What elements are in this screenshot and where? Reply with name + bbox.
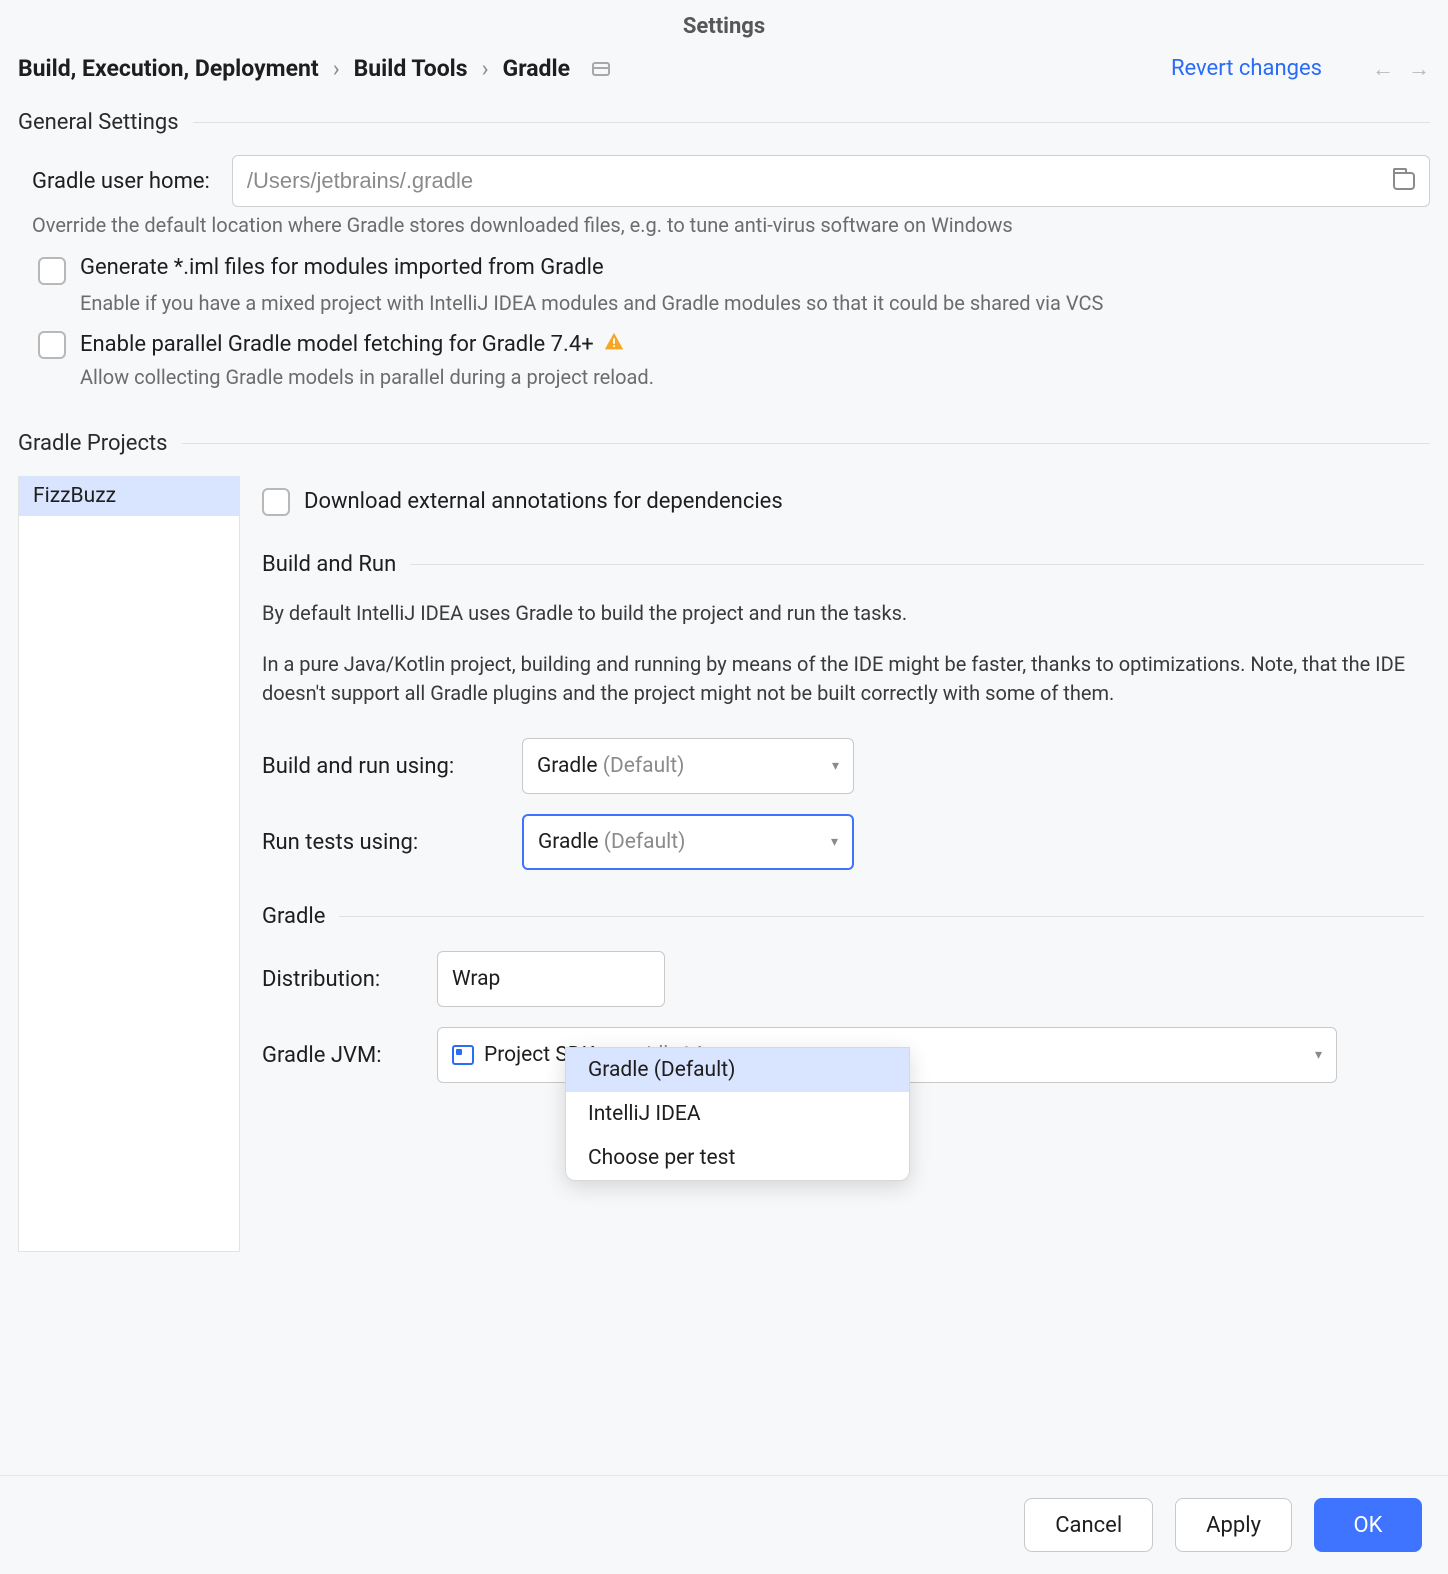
back-arrow-icon[interactable]: ←: [1372, 56, 1394, 82]
parallel-fetch-label: Enable parallel Gradle model fetching fo…: [80, 329, 625, 357]
build-using-label: Build and run using:: [262, 754, 522, 779]
tests-using-dropdown: Gradle (Default) IntelliJ IDEA Choose pe…: [565, 1047, 910, 1181]
cancel-button[interactable]: Cancel: [1024, 1498, 1153, 1552]
generate-iml-hint: Enable if you have a mixed project with …: [80, 291, 1430, 315]
sdk-icon: [452, 1045, 474, 1065]
breadcrumb-item-1[interactable]: Build, Execution, Deployment: [18, 55, 319, 82]
divider: [339, 916, 1424, 917]
generate-iml-checkbox[interactable]: [38, 257, 66, 285]
apply-button[interactable]: Apply: [1175, 1498, 1292, 1552]
build-run-desc-2: In a pure Java/Kotlin project, building …: [262, 650, 1424, 708]
download-annotations-label: Download external annotations for depend…: [304, 489, 783, 514]
parallel-fetch-hint: Allow collecting Gradle models in parall…: [80, 365, 1430, 389]
chevron-right-icon: ›: [482, 55, 489, 82]
gradle-home-label: Gradle user home:: [32, 169, 210, 194]
gradle-home-hint: Override the default location where Grad…: [32, 213, 1430, 237]
ok-button[interactable]: OK: [1314, 1498, 1422, 1552]
settings-title: Settings: [0, 0, 1448, 55]
tests-using-select[interactable]: Gradle (Default) ▾: [522, 814, 854, 870]
gradle-jvm-label: Gradle JVM:: [262, 1043, 437, 1068]
parallel-fetch-checkbox[interactable]: [38, 331, 66, 359]
divider: [182, 443, 1430, 444]
projects-list: FizzBuzz: [18, 476, 240, 1252]
forward-arrow-icon[interactable]: →: [1408, 56, 1430, 82]
section-general-settings: General Settings: [18, 110, 179, 135]
section-gradle: Gradle: [262, 904, 325, 929]
gradle-home-input[interactable]: [247, 168, 1393, 194]
download-annotations-checkbox[interactable]: [262, 488, 290, 516]
project-item-fizzbuzz[interactable]: FizzBuzz: [19, 476, 239, 516]
warning-icon: [603, 331, 625, 353]
window-icon[interactable]: [592, 62, 610, 76]
distribution-label: Distribution:: [262, 967, 437, 992]
generate-iml-label: Generate *.iml files for modules importe…: [80, 255, 604, 280]
breadcrumb-item-2[interactable]: Build Tools: [354, 55, 468, 82]
build-run-desc-1: By default IntelliJ IDEA uses Gradle to …: [262, 599, 1424, 628]
revert-changes-link[interactable]: Revert changes: [1171, 56, 1322, 81]
chevron-down-icon: ▾: [832, 758, 839, 774]
dropdown-option-gradle-default[interactable]: Gradle (Default): [566, 1048, 909, 1092]
tests-using-label: Run tests using:: [262, 830, 522, 855]
divider: [410, 564, 1424, 565]
breadcrumb: Build, Execution, Deployment › Build Too…: [18, 55, 1171, 82]
section-build-and-run: Build and Run: [262, 552, 396, 577]
chevron-down-icon: ▾: [831, 834, 838, 850]
dropdown-option-intellij[interactable]: IntelliJ IDEA: [566, 1092, 909, 1136]
section-gradle-projects: Gradle Projects: [18, 431, 168, 456]
dropdown-option-choose-per-test[interactable]: Choose per test: [566, 1136, 909, 1180]
breadcrumb-item-3[interactable]: Gradle: [503, 55, 571, 82]
chevron-right-icon: ›: [333, 55, 340, 82]
distribution-select[interactable]: Wrap: [437, 951, 665, 1007]
divider: [193, 122, 1430, 123]
gradle-home-input-wrap[interactable]: [232, 155, 1430, 207]
chevron-down-icon: ▾: [1315, 1047, 1322, 1063]
build-using-select[interactable]: Gradle (Default) ▾: [522, 738, 854, 794]
folder-icon[interactable]: [1393, 172, 1415, 190]
